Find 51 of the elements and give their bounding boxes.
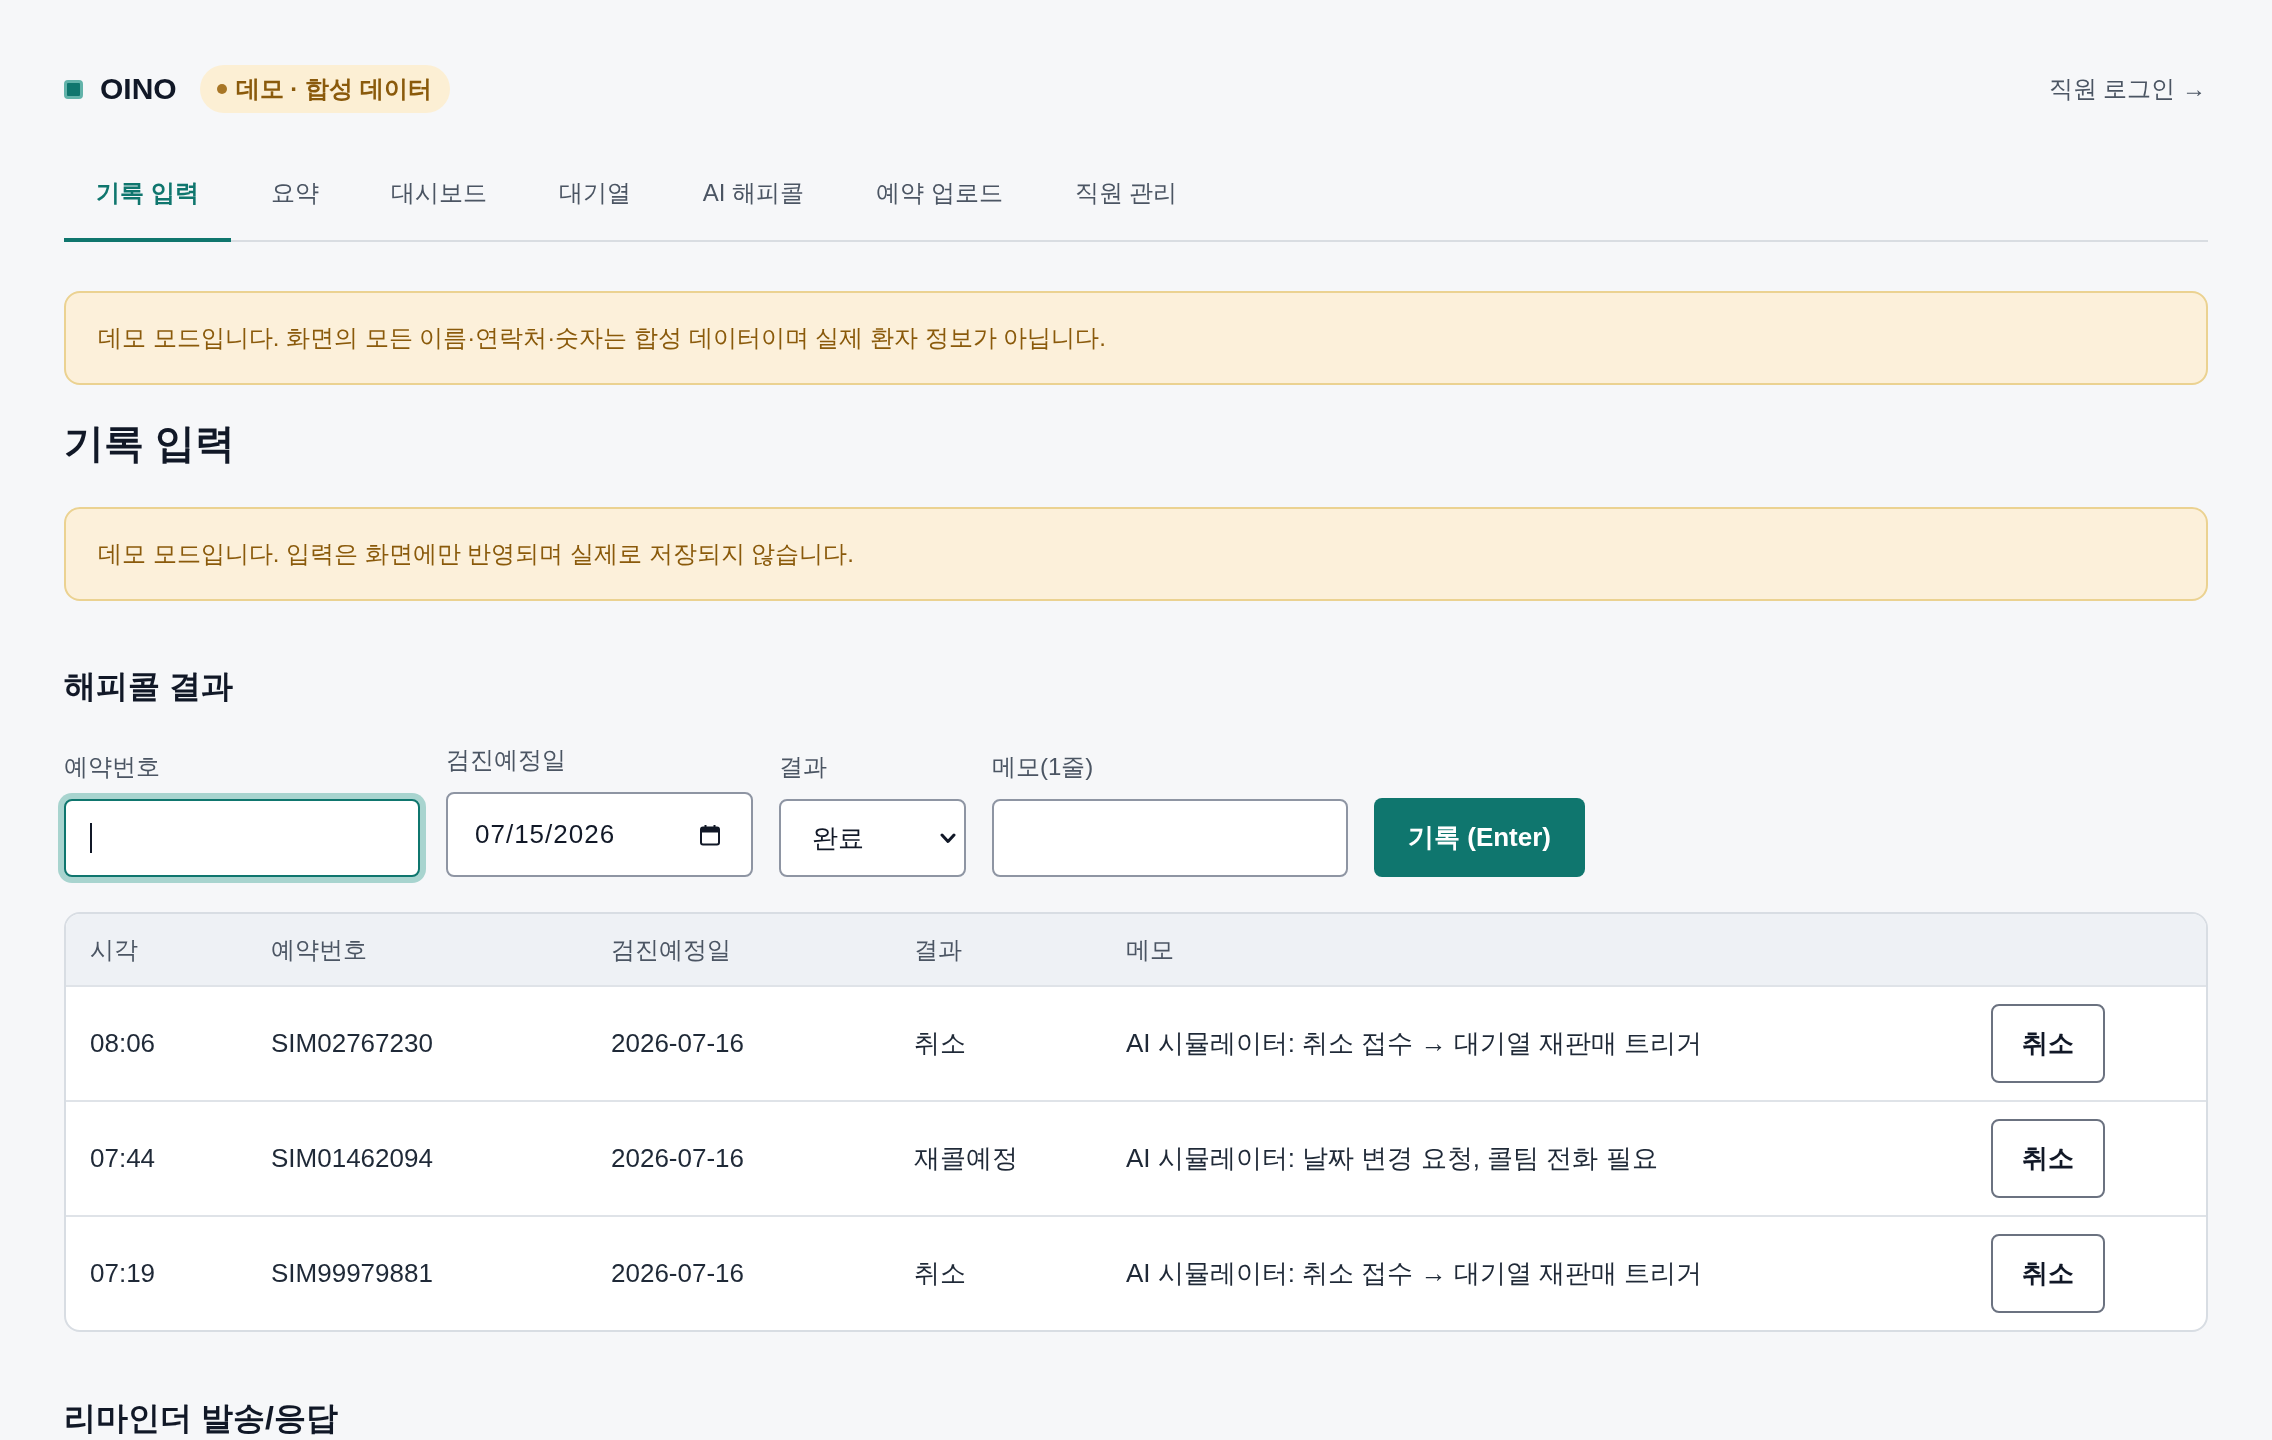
text-cursor-icon bbox=[90, 823, 92, 853]
table-cell-text: 취소 bbox=[914, 1257, 967, 1290]
field-label: 예약번호 bbox=[64, 752, 161, 782]
page-title: 기록 입력 bbox=[64, 420, 237, 467]
table-cell-text: SIM02767230 bbox=[271, 1028, 434, 1059]
staff-login-link[interactable]: 직원 로그인 → bbox=[2048, 73, 2206, 105]
cancel-button[interactable]: 취소 bbox=[1991, 1119, 2105, 1198]
column-header: 메모 bbox=[1126, 934, 1175, 965]
column-header: 시각 bbox=[90, 934, 139, 965]
table-cell-text: 재콜예정 bbox=[914, 1142, 1019, 1175]
input-notice: 데모 모드입니다. 입력은 화면에만 반영되며 실제로 저장되지 않습니다. bbox=[64, 507, 2208, 601]
column-header: 결과 bbox=[914, 934, 963, 965]
column-header: 검진예정일 bbox=[611, 934, 732, 965]
field-label: 결과 bbox=[779, 752, 828, 782]
table-cell-text: 07:19 bbox=[90, 1258, 157, 1289]
column-header: 예약번호 bbox=[271, 934, 368, 965]
table-cell-text: 2026-07-16 bbox=[611, 1028, 745, 1059]
section-title: 리마인더 발송/응답 bbox=[64, 1399, 339, 1438]
nav-tab[interactable]: 대기열 bbox=[526, 158, 663, 242]
text-input[interactable] bbox=[992, 799, 1348, 877]
submit-button[interactable]: 기록 (Enter) bbox=[1374, 798, 1585, 877]
table-cell-text: SIM01462094 bbox=[271, 1143, 434, 1174]
field-label: 검진예정일 bbox=[446, 745, 567, 775]
field-label: 메모(1줄) bbox=[992, 752, 1095, 782]
nav-tab[interactable]: 기록 입력 bbox=[64, 158, 231, 242]
table-cell-text: AI 시뮬레이터: 취소 접수 → 대기열 재판매 트리거 bbox=[1126, 1027, 1704, 1060]
table-cell-text: SIM99979881 bbox=[271, 1258, 434, 1289]
table-cell-text: 취소 bbox=[914, 1027, 967, 1060]
nav-tab[interactable]: 직원 관리 bbox=[1042, 158, 1210, 242]
calendar-icon bbox=[699, 823, 721, 846]
brand-name: OINO bbox=[100, 72, 177, 106]
date-input[interactable]: 07/15/2026 bbox=[446, 792, 753, 877]
table-cell-text: AI 시뮬레이터: 날짜 변경 요청, 콜팀 전화 필요 bbox=[1126, 1142, 1659, 1175]
table-cell-text: 2026-07-16 bbox=[611, 1258, 745, 1289]
badge-text: 데모 · 합성 데이터 bbox=[235, 74, 432, 104]
table-cell-text: 08:06 bbox=[90, 1028, 157, 1059]
table-cell-text: 2026-07-16 bbox=[611, 1143, 745, 1174]
demo-notice: 데모 모드입니다. 화면의 모든 이름·연락처·숫자는 합성 데이터이며 실제 환자 정보가 아닙니다. bbox=[64, 291, 2208, 385]
nav-tab[interactable]: AI 해피콜 bbox=[670, 158, 836, 242]
cancel-button[interactable]: 취소 bbox=[1991, 1234, 2105, 1313]
nav-tab[interactable]: 예약 업로드 bbox=[844, 158, 1035, 242]
chevron-down-icon bbox=[940, 832, 956, 844]
nav-tab[interactable]: 요약 bbox=[238, 158, 351, 242]
nav-tab[interactable]: 대시보드 bbox=[358, 158, 519, 242]
square-logo-icon bbox=[64, 79, 83, 99]
section-title: 해피콜 결과 bbox=[64, 667, 234, 706]
cancel-button[interactable]: 취소 bbox=[1991, 1004, 2105, 1083]
select-dropdown[interactable]: 완료 bbox=[779, 799, 966, 877]
table-cell-text: 07:44 bbox=[90, 1143, 157, 1174]
table-cell-text: AI 시뮬레이터: 취소 접수 → 대기열 재판매 트리거 bbox=[1126, 1257, 1704, 1290]
dot-icon bbox=[216, 84, 227, 94]
